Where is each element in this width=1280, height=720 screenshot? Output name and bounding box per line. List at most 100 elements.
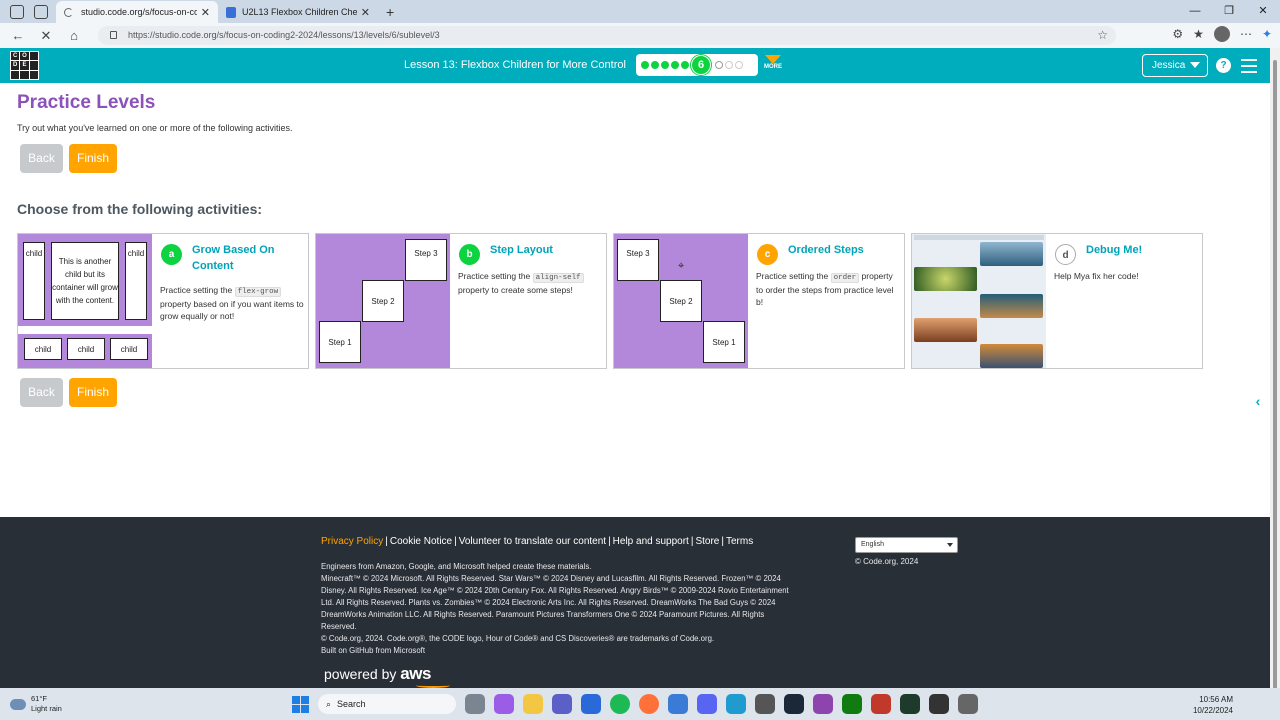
music-icon[interactable] <box>755 694 775 714</box>
discord-icon[interactable] <box>697 694 717 714</box>
more-levels-button[interactable]: MORE <box>762 55 784 70</box>
privacy-policy-link[interactable]: Privacy Policy <box>321 536 383 547</box>
page-scrollbar[interactable] <box>1270 48 1280 700</box>
profile-avatar[interactable] <box>1213 26 1230 42</box>
app-icon[interactable] <box>668 694 688 714</box>
firefox-icon[interactable] <box>639 694 659 714</box>
level-dot-5[interactable] <box>681 61 689 69</box>
terms-link[interactable]: Terms <box>726 536 753 547</box>
help-support-link[interactable]: Help and support <box>613 536 689 547</box>
browser-toolbar-right: ⚙ ★ ⋯ ✦ <box>1172 26 1272 42</box>
step-box: Step 3 <box>405 239 447 281</box>
maximize-icon[interactable]: ❐ <box>1212 0 1246 22</box>
copilot-icon[interactable]: ✦ <box>1262 27 1272 41</box>
activity-thumbnail: Step 1 Step 2 Step 3 <box>316 234 450 368</box>
logo-letter: E <box>20 61 29 70</box>
logo-letter <box>11 70 20 79</box>
sublevel-dot[interactable] <box>735 61 743 69</box>
system-clock[interactable]: 10:56 AM 10/22/2024 <box>1193 694 1233 716</box>
activity-title[interactable]: Step Layout <box>490 242 600 258</box>
steam-icon[interactable] <box>784 694 804 714</box>
edge-icon[interactable] <box>726 694 746 714</box>
activity-description: Practice setting the align-self property… <box>458 270 602 296</box>
level-dot-4[interactable] <box>671 61 679 69</box>
workspaces-icon[interactable] <box>10 4 24 19</box>
activity-card-a[interactable]: child This is another child but its cont… <box>17 233 309 369</box>
stop-loading-icon[interactable]: ✕ <box>32 28 60 44</box>
browser-tab-active[interactable]: studio.code.org/s/focus-on-codir ✕ <box>56 1 218 23</box>
activity-card-d[interactable]: d Debug Me! Help Mya fix her code! <box>911 233 1203 369</box>
copilot-app-icon[interactable] <box>494 694 514 714</box>
file-explorer-icon[interactable] <box>523 694 543 714</box>
activity-letter-badge: d <box>1055 244 1076 265</box>
minimize-icon[interactable]: — <box>1178 0 1212 22</box>
url-field[interactable]: https://studio.code.org/s/focus-on-codin… <box>98 26 1116 45</box>
finish-button-bottom[interactable]: Finish <box>69 378 117 407</box>
chevron-left-icon[interactable]: ‹ <box>1251 392 1265 410</box>
tab-actions-icon[interactable] <box>34 4 48 19</box>
finish-button-top[interactable]: Finish <box>69 144 117 173</box>
weather-widget[interactable]: 61°F Light rain <box>10 694 62 714</box>
level-dot-1[interactable] <box>641 61 649 69</box>
chrome-icon[interactable] <box>581 694 601 714</box>
activity-title[interactable]: Grow Based On Content <box>192 242 302 274</box>
footer-legal-text: Engineers from Amazon, Google, and Micro… <box>321 561 791 657</box>
favorite-star-icon[interactable]: ☆ <box>1097 26 1108 45</box>
activity-description: Help Mya fix her code! <box>1054 271 1139 281</box>
home-icon[interactable]: ⌂ <box>60 28 88 43</box>
back-button-bottom[interactable]: Back <box>20 378 63 407</box>
footer-line: Minecraft™ © 2024 Microsoft. All Rights … <box>321 574 789 631</box>
level-dot-3[interactable] <box>661 61 669 69</box>
back-button-top[interactable]: Back <box>20 144 63 173</box>
address-bar-row: ← ✕ ⌂ https://studio.code.org/s/focus-on… <box>0 23 1280 48</box>
activity-title[interactable]: Ordered Steps <box>788 242 898 258</box>
xbox-icon[interactable] <box>842 694 862 714</box>
volunteer-link[interactable]: Volunteer to translate our content <box>459 536 606 547</box>
close-tab-icon[interactable]: ✕ <box>361 6 370 19</box>
intro-text: Try out what you've learned on one or mo… <box>17 123 293 133</box>
close-window-icon[interactable]: ✕ <box>1246 0 1280 22</box>
scrollbar-thumb[interactable] <box>1273 60 1277 700</box>
store-link[interactable]: Store <box>695 536 719 547</box>
app-icon[interactable] <box>929 694 949 714</box>
activity-card-b[interactable]: Step 1 Step 2 Step 3 b Step Layout Pract… <box>315 233 607 369</box>
sublevel-dot[interactable] <box>715 61 723 69</box>
language-select[interactable]: English <box>855 537 958 553</box>
hamburger-menu-icon[interactable] <box>1241 59 1257 77</box>
favorites-icon[interactable]: ★ <box>1193 27 1204 41</box>
spotify-icon[interactable] <box>610 694 630 714</box>
cookie-notice-link[interactable]: Cookie Notice <box>390 536 452 547</box>
sublevel-dot[interactable] <box>725 61 733 69</box>
activity-title[interactable]: Debug Me! <box>1086 242 1196 258</box>
level-dot-2[interactable] <box>651 61 659 69</box>
teams-icon[interactable] <box>552 694 572 714</box>
back-arrow-icon[interactable]: ← <box>4 28 32 43</box>
extensions-icon[interactable]: ⚙ <box>1172 27 1183 41</box>
app-icon[interactable] <box>871 694 891 714</box>
taskbar-search[interactable]: ⌕ Search <box>318 694 456 714</box>
windows-start-icon[interactable] <box>292 695 309 713</box>
desc-text: Practice setting the <box>160 285 235 295</box>
current-level-dot[interactable]: 6 <box>691 55 711 75</box>
activity-card-c[interactable]: Step 3 Step 2 Step 1 ⌖ c Ordered Steps P… <box>613 233 905 369</box>
activity-letter-badge: a <box>161 244 182 265</box>
clock-time: 10:56 AM <box>1199 695 1233 704</box>
browser-tab-cheat-sheet[interactable]: U2L13 Flexbox Children Cheat Sh ✕ <box>218 1 378 23</box>
app-icon[interactable] <box>813 694 833 714</box>
logo-letter: D <box>11 61 20 70</box>
level-progress: 6 <box>636 54 758 76</box>
user-menu-button[interactable]: Jessica <box>1142 54 1208 77</box>
app-icon[interactable] <box>900 694 920 714</box>
task-view-icon[interactable] <box>465 694 485 714</box>
footer-line: Engineers from Amazon, Google, and Micro… <box>321 562 592 571</box>
activity-letter-badge: c <box>757 244 778 265</box>
chevron-down-icon <box>765 55 781 64</box>
powered-by-aws-logo[interactable]: powered by aws <box>324 664 450 688</box>
more-options-icon[interactable]: ⋯ <box>1240 27 1252 41</box>
code-org-logo[interactable]: C O D E <box>10 51 39 80</box>
help-icon[interactable]: ? <box>1216 58 1231 73</box>
lesson-title[interactable]: Lesson 13: Flexbox Children for More Con… <box>404 59 626 71</box>
settings-icon[interactable] <box>958 694 978 714</box>
new-tab-icon[interactable]: + <box>386 4 394 20</box>
close-tab-icon[interactable]: ✕ <box>201 6 210 19</box>
